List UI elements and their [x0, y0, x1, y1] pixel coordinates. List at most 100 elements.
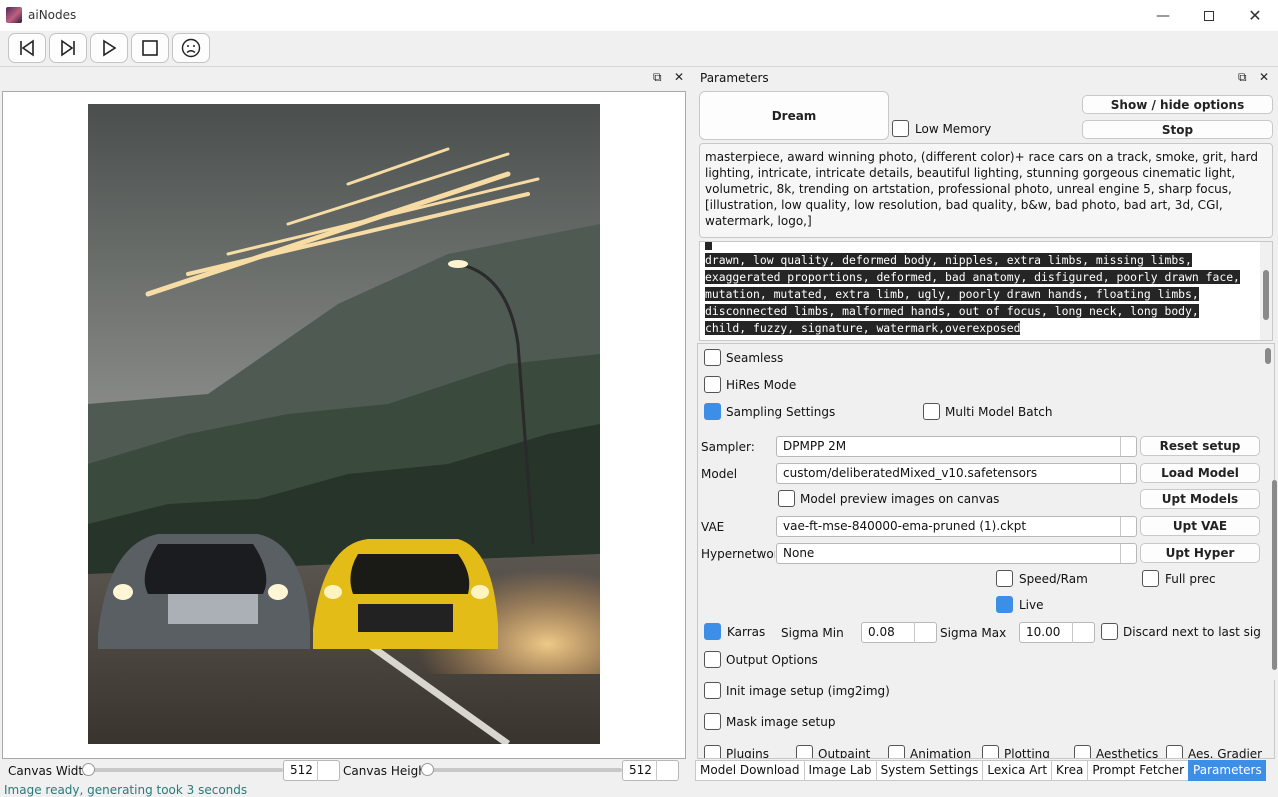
close-dock-icon[interactable]: ✕	[674, 70, 684, 84]
seamless-checkbox[interactable]	[704, 349, 721, 366]
live-checkbox[interactable]	[996, 596, 1013, 613]
plotting-checkbox[interactable]	[982, 745, 999, 758]
outpaint-checkbox[interactable]	[796, 745, 813, 758]
output-options-checkbox[interactable]	[704, 651, 721, 668]
canvas-dock-header: ⧉ ✕	[0, 68, 690, 88]
close-icon: ✕	[1248, 6, 1262, 25]
window-scrollbar[interactable]	[1271, 480, 1278, 680]
float-dock-icon[interactable]: ⧉	[653, 70, 662, 85]
play-button[interactable]	[90, 33, 128, 63]
sigma-min-label: Sigma Min	[781, 626, 844, 640]
prompt-textarea[interactable]: masterpiece, award winning photo, (diffe…	[699, 143, 1273, 238]
multi-model-batch-label: Multi Model Batch	[945, 405, 1053, 419]
hypernetwork-label: Hypernetwork	[701, 547, 775, 561]
settings-scroll-thumb[interactable]	[1265, 348, 1271, 364]
window-title: aiNodes	[28, 8, 77, 22]
upt-models-button[interactable]: Upt Models	[1140, 489, 1260, 509]
mask-image-label: Mask image setup	[726, 715, 836, 729]
parameters-title: Parameters	[700, 71, 769, 85]
tab-system-settings[interactable]: System Settings	[875, 760, 983, 781]
upt-vae-button[interactable]: Upt VAE	[1140, 516, 1260, 536]
sigma-min-value: 0.08	[868, 625, 895, 639]
tab-parameters[interactable]: Parameters	[1188, 760, 1266, 781]
model-preview-checkbox[interactable]	[778, 490, 795, 507]
feedback-button[interactable]	[172, 33, 210, 63]
aes-gradient-checkbox[interactable]	[1166, 745, 1183, 758]
vae-select[interactable]: vae-ft-mse-840000-ema-pruned (1).ckpt	[776, 516, 1137, 537]
maximize-button[interactable]	[1186, 0, 1232, 31]
maximize-icon	[1204, 10, 1214, 21]
negative-line-4: disconnected limbs, malformed hands, out…	[705, 304, 1199, 318]
tab-prompt-fetcher[interactable]: Prompt Fetcher	[1087, 760, 1189, 781]
stop-generation-button[interactable]: Stop	[1082, 120, 1273, 139]
tab-krea[interactable]: Krea	[1051, 760, 1088, 781]
plugins-label: Plugins	[726, 747, 769, 759]
aesthetics-checkbox[interactable]	[1074, 745, 1091, 758]
speed-ram-label: Speed/Ram	[1019, 572, 1088, 586]
minimize-icon: —	[1156, 7, 1170, 24]
low-memory-checkbox[interactable]	[892, 120, 909, 137]
negative-prompt-scroll-thumb[interactable]	[1263, 270, 1269, 320]
discard-sigma-checkbox[interactable]	[1101, 623, 1118, 640]
sigma-min-spinbox[interactable]: 0.08	[861, 622, 937, 643]
canvas-height-slider-handle[interactable]	[421, 763, 434, 776]
sampler-label: Sampler:	[701, 440, 755, 454]
tab-lexica-art[interactable]: Lexica Art	[982, 760, 1052, 781]
canvas-height-value: 512	[629, 763, 652, 777]
next-button[interactable]	[49, 33, 87, 63]
dream-button[interactable]: Dream	[699, 91, 889, 140]
canvas-height-label: Canvas Height	[343, 764, 431, 778]
sigma-max-spinbox[interactable]: 10.00	[1019, 622, 1095, 643]
float-dock-icon[interactable]: ⧉	[1238, 70, 1247, 85]
canvas-height-spinbox[interactable]: 512	[622, 760, 679, 781]
live-label: Live	[1019, 598, 1044, 612]
minimize-button[interactable]: —	[1140, 0, 1186, 31]
negative-line-3: mutation, mutated, extra limb, ugly, poo…	[705, 287, 1199, 301]
negative-line-2: exaggerated proportions, deformed, bad a…	[705, 270, 1240, 284]
skip-forward-icon	[61, 39, 75, 57]
play-icon	[103, 39, 117, 57]
plotting-label: Plotting	[1004, 747, 1050, 759]
canvas-width-spinbox[interactable]: 512	[283, 760, 340, 781]
karras-checkbox[interactable]	[704, 623, 721, 640]
negative-prompt-scrollbar[interactable]	[1260, 242, 1272, 340]
model-select[interactable]: custom/deliberatedMixed_v10.safetensors	[776, 463, 1137, 484]
speed-ram-checkbox[interactable]	[996, 570, 1013, 587]
skip-back-icon	[20, 39, 34, 57]
animation-checkbox[interactable]	[888, 745, 905, 758]
sampler-select[interactable]: DPMPP 2M	[776, 436, 1137, 457]
negative-prompt-textarea[interactable]: drawn, low quality, deformed body, nippl…	[699, 241, 1273, 341]
sampling-settings-checkbox[interactable]	[704, 403, 721, 420]
full-prec-checkbox[interactable]	[1142, 570, 1159, 587]
canvas-height-slider[interactable]	[427, 768, 622, 772]
window-scroll-thumb[interactable]	[1272, 480, 1277, 670]
tab-model-download[interactable]: Model Download	[695, 760, 804, 781]
show-hide-options-button[interactable]: Show / hide options	[1082, 95, 1273, 114]
multi-model-batch-checkbox[interactable]	[923, 403, 940, 420]
outpaint-label: Outpaint	[818, 747, 871, 759]
vae-value: vae-ft-mse-840000-ema-pruned (1).ckpt	[783, 519, 1027, 533]
aesthetics-label: Aesthetics	[1096, 747, 1159, 759]
previous-button[interactable]	[8, 33, 46, 63]
stop-button[interactable]	[131, 33, 169, 63]
reset-setup-button[interactable]: Reset setup	[1140, 436, 1260, 456]
plugins-checkbox[interactable]	[704, 745, 721, 758]
tab-image-lab[interactable]: Image Lab	[803, 760, 876, 781]
close-window-button[interactable]: ✕	[1232, 0, 1278, 31]
sampler-value: DPMPP 2M	[783, 439, 847, 453]
model-label: Model	[701, 467, 738, 481]
hires-mode-checkbox[interactable]	[704, 376, 721, 393]
init-image-checkbox[interactable]	[704, 682, 721, 699]
app-logo-icon	[6, 7, 22, 23]
generated-image	[88, 104, 600, 744]
mask-image-checkbox[interactable]	[704, 713, 721, 730]
hypernetwork-select[interactable]: None	[776, 543, 1137, 564]
negative-line-1: drawn, low quality, deformed body, nippl…	[705, 253, 1192, 267]
canvas-width-slider[interactable]	[88, 768, 283, 772]
low-memory-label: Low Memory	[915, 122, 992, 136]
canvas-width-slider-handle[interactable]	[82, 763, 95, 776]
close-dock-icon[interactable]: ✕	[1259, 70, 1269, 84]
canvas-width-label: Canvas Width	[8, 764, 91, 778]
upt-hyper-button[interactable]: Upt Hyper	[1140, 543, 1260, 563]
load-model-button[interactable]: Load Model	[1140, 463, 1260, 483]
